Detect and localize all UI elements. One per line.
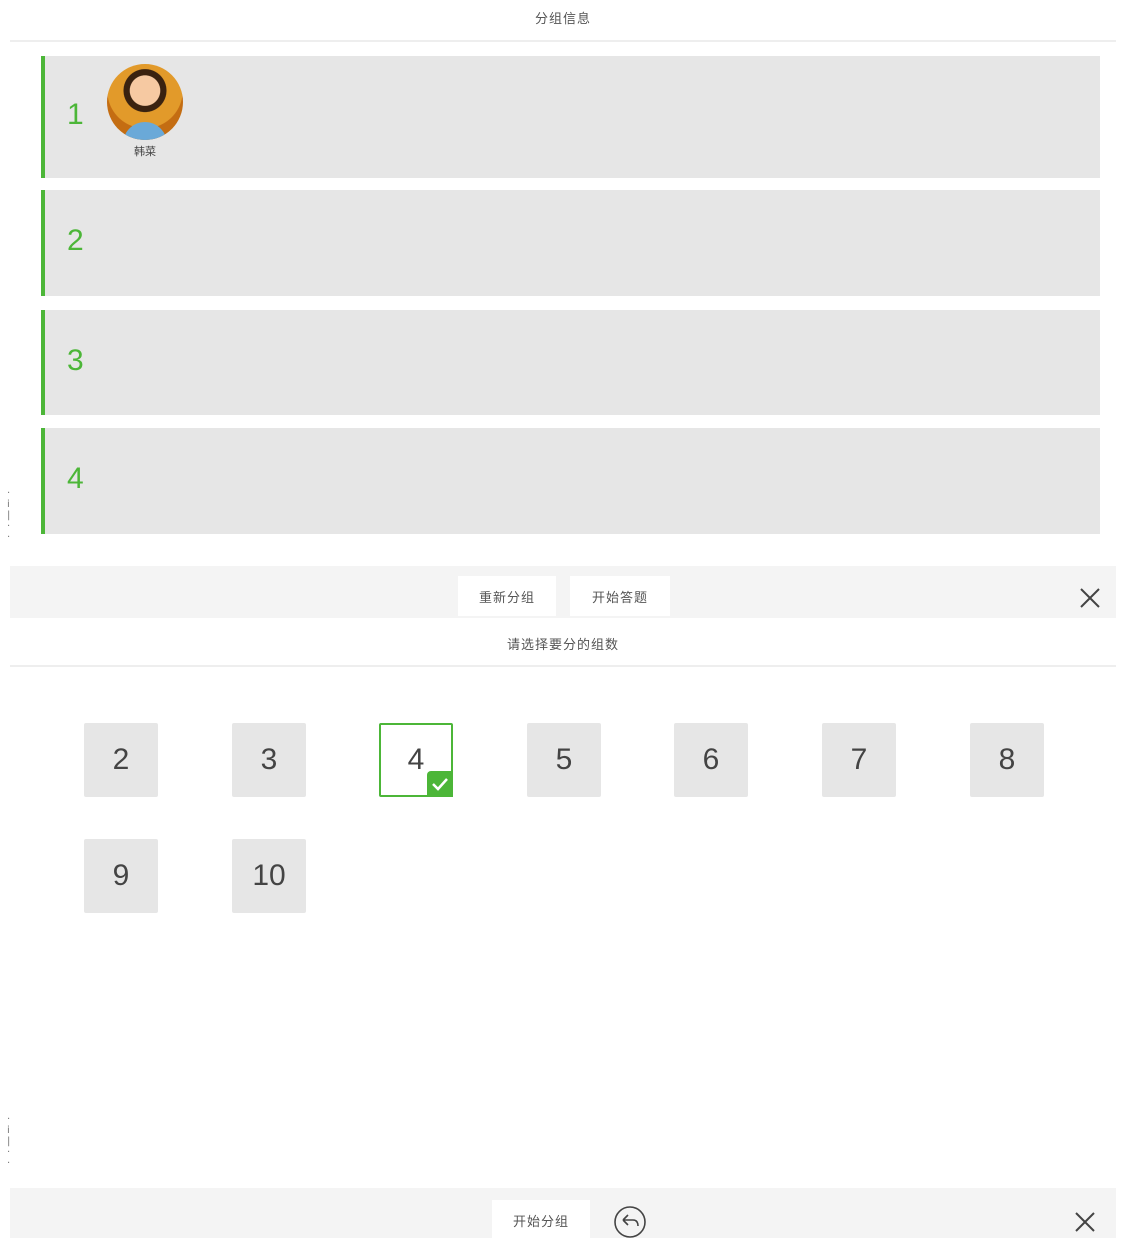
option-6[interactable]: 6: [674, 723, 748, 797]
avatar: [107, 64, 183, 140]
option-4-selected[interactable]: 4: [379, 723, 453, 797]
group-row-4: 4: [41, 428, 1100, 534]
group-row-3: 3: [41, 310, 1100, 415]
panel-title: 请选择要分的组数: [506, 638, 619, 653]
group-row-1: 1 韩菜: [41, 56, 1100, 178]
regroup-button[interactable]: 重新分组: [458, 576, 556, 616]
group-count-panel: 请选择要分的组数 2 3 4 5 6 7 8 9 10 · i | · · 开始分组: [0, 618, 1122, 1240]
option-8[interactable]: 8: [970, 723, 1044, 797]
group-number: 2: [67, 224, 84, 257]
title-divider: [10, 665, 1116, 667]
side-tick: · i | · ·: [7, 1114, 11, 1169]
member-card[interactable]: 韩菜: [105, 64, 185, 159]
group-info-panel: 分组信息 1 韩菜 2 3 4 · i | · · 重新分组 开始答题: [0, 0, 1122, 618]
option-5[interactable]: 5: [527, 723, 601, 797]
start-answer-button[interactable]: 开始答题: [570, 576, 670, 616]
option-9[interactable]: 9: [84, 839, 158, 913]
option-3[interactable]: 3: [232, 723, 306, 797]
option-2[interactable]: 2: [84, 723, 158, 797]
group-number: 1: [67, 98, 84, 131]
close-icon[interactable]: [1073, 1210, 1097, 1234]
group-number: 3: [67, 344, 84, 377]
option-7[interactable]: 7: [822, 723, 896, 797]
panel-title: 分组信息: [534, 12, 591, 27]
group-number: 4: [67, 462, 84, 495]
info-toolbar: 重新分组 开始答题: [10, 566, 1116, 618]
option-10[interactable]: 10: [232, 839, 306, 913]
member-name: 韩菜: [134, 145, 156, 158]
side-tick: · i | · ·: [7, 488, 11, 543]
option-label: 4: [407, 743, 425, 776]
undo-arrow-icon[interactable]: [612, 1204, 648, 1240]
close-icon[interactable]: [1078, 586, 1102, 610]
check-icon: [427, 771, 453, 797]
select-toolbar: 开始分组: [10, 1188, 1116, 1240]
title-divider: [10, 40, 1116, 42]
group-row-2: 2: [41, 190, 1100, 296]
start-group-button[interactable]: 开始分组: [492, 1200, 590, 1240]
